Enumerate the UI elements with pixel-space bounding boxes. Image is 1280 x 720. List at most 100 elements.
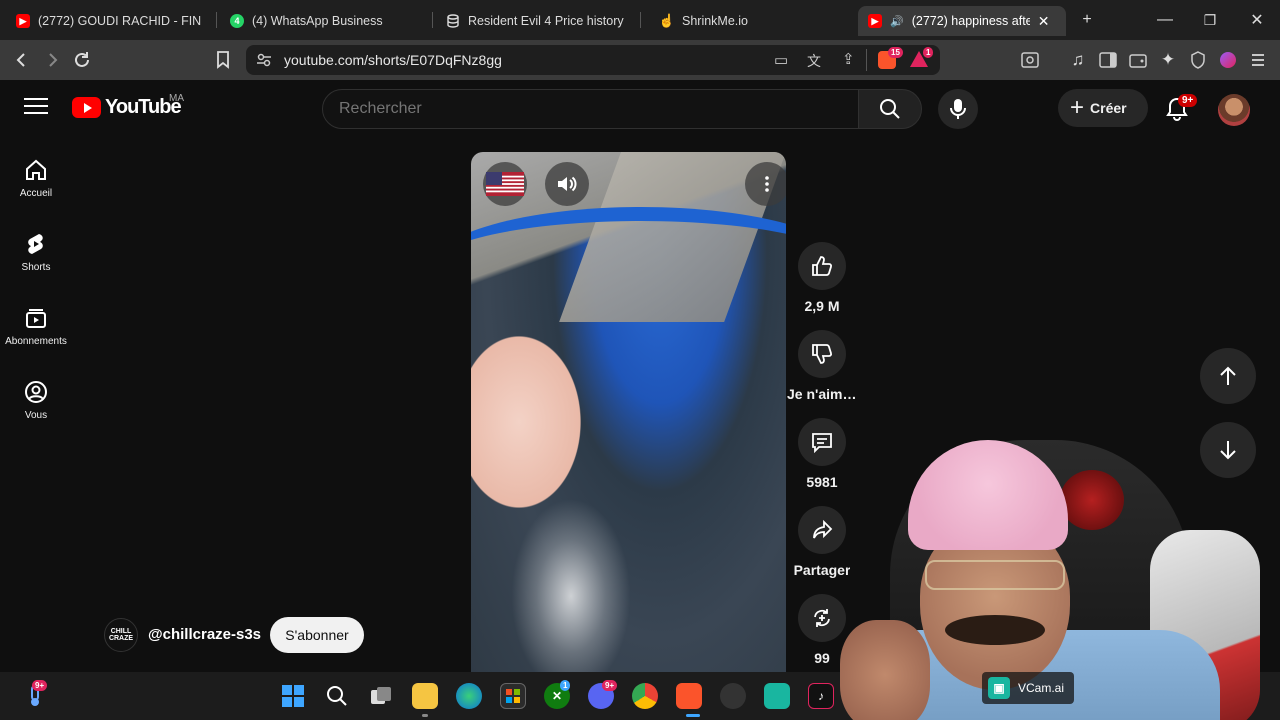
previous-short-button[interactable] — [1200, 348, 1256, 404]
search-icon — [880, 99, 900, 119]
active-indicator — [686, 714, 700, 717]
leo-ai-icon[interactable]: ✦ — [1156, 48, 1180, 72]
brave-browser-icon[interactable] — [676, 683, 702, 709]
share-icon[interactable]: ⇪ — [842, 50, 855, 68]
guide-item-vous[interactable]: Vous — [0, 380, 72, 421]
weather-badge: 9+ — [32, 680, 48, 691]
youtube-logo[interactable]: YouTube MA — [72, 93, 184, 119]
tab-separator — [640, 12, 641, 28]
vcam-app-icon[interactable] — [764, 683, 790, 709]
thumb-down-icon — [812, 344, 833, 364]
chair-logo — [1060, 470, 1124, 530]
address-bar[interactable]: youtube.com/shorts/E07DqFNz8gg ▭ 文 ⇪ 15 … — [246, 45, 940, 75]
streamer-hand — [840, 620, 930, 720]
video-bucket-rim — [471, 207, 786, 327]
create-label: Créer — [1090, 100, 1127, 116]
like-button[interactable] — [798, 242, 846, 290]
more-options-button[interactable] — [745, 162, 786, 206]
guide-item-abonnements[interactable]: Abonnements — [0, 306, 72, 347]
bookmark-icon[interactable] — [211, 48, 235, 72]
task-view-icon[interactable] — [368, 683, 394, 709]
guide-item-accueil[interactable]: Accueil — [0, 158, 72, 199]
reload-button[interactable] — [70, 48, 94, 72]
browser-tabstrip: ▶ (2772) GOUDI RACHID - FIN GI 4 (4) Wha… — [0, 0, 1280, 40]
brave-rewards-count: 1 — [923, 47, 934, 58]
running-indicator — [422, 714, 428, 717]
file-explorer-icon[interactable] — [412, 683, 438, 709]
plus-icon: + — [1070, 94, 1085, 121]
notification-count-badge: 9+ — [1178, 94, 1198, 107]
volume-button[interactable] — [545, 162, 589, 206]
microsoft-store-icon[interactable] — [500, 683, 526, 709]
youtube-icon: ▶ — [16, 14, 30, 28]
restore-button[interactable]: ❐ — [1198, 8, 1222, 32]
screenshot-icon[interactable] — [1018, 48, 1042, 72]
minimize-button[interactable]: — — [1153, 8, 1177, 32]
dislike-button[interactable] — [798, 330, 846, 378]
volume-icon — [558, 176, 577, 192]
close-tab-icon[interactable]: ✕ — [1038, 13, 1050, 30]
chrome-icon[interactable] — [632, 683, 658, 709]
streamer-glasses — [925, 560, 1065, 590]
video-water-splash — [501, 482, 641, 672]
like-count: 2,9 M — [804, 298, 840, 314]
voice-search-button[interactable] — [938, 89, 978, 129]
youtube-play-icon — [72, 97, 101, 118]
search-input[interactable] — [339, 100, 839, 118]
guide-label: Vous — [24, 410, 48, 421]
sidebar-icon[interactable] — [1096, 48, 1120, 72]
dislike-label: Je n'aime pas — [787, 386, 857, 402]
wallet-icon[interactable] — [1126, 48, 1150, 72]
database-icon — [446, 14, 460, 28]
tab-resident-evil[interactable]: Resident Evil 4 Price history · St — [436, 6, 636, 36]
us-flag-icon — [486, 172, 524, 196]
streamer-mustache — [945, 615, 1045, 645]
shorts-video-player[interactable] — [471, 152, 786, 672]
tab-goudi-rachid[interactable]: ▶ (2772) GOUDI RACHID - FIN GI — [6, 6, 212, 36]
tab-label: (4) WhatsApp Business — [252, 14, 383, 28]
tab-label: (2772) GOUDI RACHID - FIN GI — [38, 14, 202, 28]
account-icon — [25, 381, 47, 403]
new-tab-button[interactable]: + — [1075, 8, 1099, 32]
like-action[interactable]: 2,9 M — [792, 242, 852, 314]
audio-track-button[interactable] — [483, 162, 527, 206]
dislike-action[interactable]: Je n'aime pas — [787, 330, 857, 402]
close-window-button[interactable]: ✕ — [1245, 8, 1269, 32]
forward-button[interactable] — [40, 48, 64, 72]
tab-label: (2772) happiness after a — [911, 14, 1030, 28]
start-windows-icon[interactable] — [280, 683, 306, 709]
cast-icon[interactable]: ▭ — [774, 51, 788, 69]
tab-shrinkme[interactable]: ☝ ShrinkMe.io — [650, 6, 850, 36]
tab-separator — [216, 12, 217, 28]
profile-icon[interactable] — [1216, 48, 1240, 72]
edge-browser-icon[interactable] — [456, 683, 482, 709]
search-box — [322, 89, 860, 129]
subscriptions-icon — [26, 309, 46, 328]
youtube-header: YouTube MA + Créer 9+ — [0, 80, 1280, 136]
back-button[interactable] — [10, 48, 34, 72]
youtube-icon: ▶ — [868, 14, 882, 28]
guide-item-shorts[interactable]: Shorts — [0, 232, 72, 273]
url-text: youtube.com/shorts/E07DqFNz8gg — [284, 52, 502, 68]
vpn-shield-icon[interactable] — [1186, 48, 1210, 72]
media-music-icon[interactable]: ♫ — [1066, 48, 1090, 72]
channel-avatar[interactable]: CHILL CRAZE — [104, 618, 138, 652]
menu-icon[interactable] — [1246, 48, 1270, 72]
site-info-icon[interactable] — [256, 52, 272, 73]
discord-badge: 9+ — [602, 680, 618, 691]
home-icon — [26, 159, 46, 180]
guide-menu-button[interactable] — [24, 98, 48, 118]
translate-icon[interactable]: 文 — [807, 51, 821, 71]
obs-icon[interactable] — [720, 683, 746, 709]
account-avatar[interactable] — [1218, 94, 1250, 126]
channel-handle[interactable]: @chillcraze-s3s — [148, 626, 261, 643]
tab-whatsapp[interactable]: 4 (4) WhatsApp Business — [220, 6, 430, 36]
vcam-brand: VCam.ai — [1018, 681, 1065, 695]
whatsapp-icon: 4 — [230, 14, 244, 28]
tab-happiness-active[interactable]: ▶ 🔊 (2772) happiness after a ✕ — [858, 6, 1066, 36]
guide-label: Abonnements — [5, 336, 67, 347]
create-button[interactable]: + Créer — [1058, 89, 1148, 127]
taskbar-search-icon[interactable] — [324, 683, 350, 709]
search-button[interactable] — [858, 89, 922, 129]
subscribe-button[interactable]: S'abonner — [270, 617, 364, 653]
